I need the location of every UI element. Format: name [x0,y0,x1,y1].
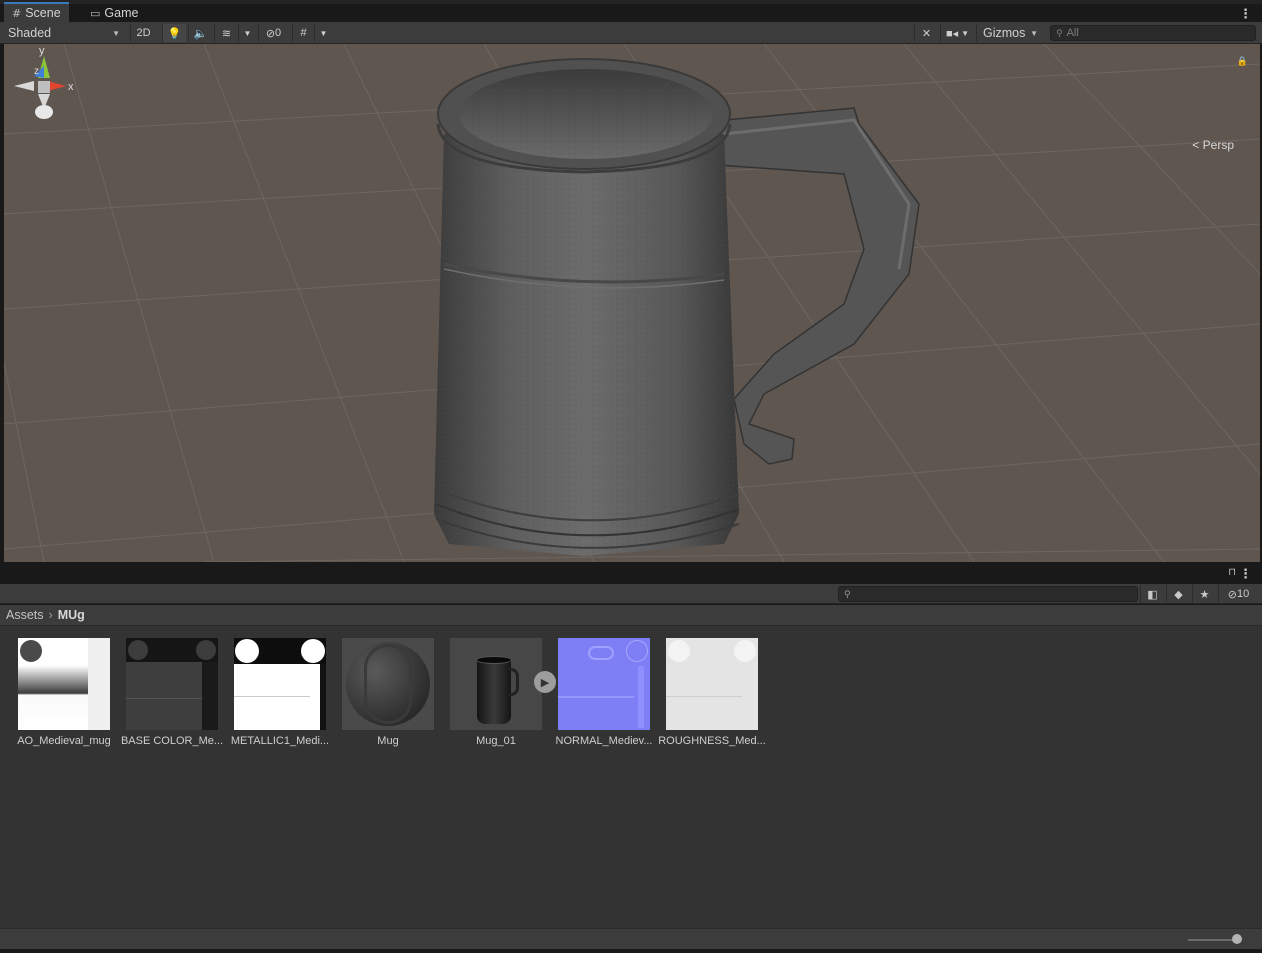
chevron-down-icon: ▼ [961,28,970,38]
asset-label: NORMAL_Mediev... [555,735,653,747]
asset-label: AO_Medieval_mug [17,735,111,747]
lighting-toggle-button[interactable]: 💡 [162,24,186,42]
hidden-packages-toggle[interactable]: ⊘ 10 [1218,585,1258,603]
asset-grid: AO_Medieval_mug BASE COLOR_Me... METALLI… [0,626,1262,928]
effects-toggle-button[interactable]: ≋ [214,24,238,42]
speaker-icon: 🔈 [193,27,208,40]
asset-item-roughness[interactable]: ROUGHNESS_Med... [658,638,766,747]
asset-item-normal[interactable]: NORMAL_Mediev... [550,638,658,747]
base-color-texture-thumbnail [126,638,218,730]
project-toolbar: ⚲ ◧ ◆ ★ ⊘ 10 [0,584,1262,604]
mug-model-thumbnail [450,638,542,730]
asset-label: Mug [377,735,399,747]
chevron-left-icon: < [1192,138,1200,152]
eye-slash-icon: ⊘ [1227,588,1237,601]
more-menu-icon[interactable]: ⋮ [1239,6,1252,22]
star-icon: ★ [1199,588,1210,601]
chevron-down-icon: ▼ [243,28,252,38]
filter-type-icon: ◧ [1147,588,1158,601]
project-status-bar [0,928,1262,949]
normal-map-thumbnail [558,638,650,730]
toggle-2d-button[interactable]: 2D [130,24,156,42]
orientation-gizmo[interactable]: y z x [4,44,84,154]
hidden-packages-count: 10 [1236,588,1250,600]
thumbnail-size-slider-track[interactable] [1188,939,1238,941]
chevron-right-icon: › [48,608,53,622]
favorites-button[interactable]: ★ [1192,585,1216,603]
asset-item-base-color[interactable]: BASE COLOR_Me... [118,638,226,747]
gizmo-y-label: y [39,45,45,57]
breadcrumb-assets[interactable]: Assets [6,608,44,622]
tab-scene[interactable]: # Scene [4,2,69,22]
layers-icon: ≋ [221,27,232,40]
lightbulb-icon: 💡 [167,27,182,40]
tab-scene-label: Scene [25,6,61,20]
tab-game[interactable]: ▭ Game [82,4,146,22]
asset-item-metallic[interactable]: METALLIC1_Medi... [226,638,334,747]
audio-toggle-button[interactable]: 🔈 [188,24,212,42]
mug-handle [703,107,920,465]
lock-icon[interactable]: ⊓ [1228,567,1236,578]
camera-settings-button[interactable]: ■◂ ▼ [940,24,974,42]
grid-toggle-button[interactable]: # [292,24,314,42]
gizmo-x-label: x [68,81,74,93]
material-sphere-thumbnail [342,638,434,730]
tab-game-label: Game [104,6,139,20]
gizmos-dropdown[interactable]: Gizmos ▼ [976,24,1044,42]
grid-dropdown[interactable]: ▼ [314,24,332,42]
more-menu-icon[interactable]: ⋮ [1239,566,1252,582]
project-window-header: ⊓ ⋮ [0,564,1262,584]
asset-label: Mug_01 [476,735,516,747]
asset-label: METALLIC1_Medi... [230,735,330,747]
search-icon: ⚲ [844,588,851,599]
projection-label: Persp [1202,138,1234,152]
metallic-texture-thumbnail [234,638,326,730]
wrench-icon: ✕ [921,27,932,40]
window-bottom-edge [0,949,1262,953]
scene-toolbar: Shaded ▼ 2D 💡 🔈 ≋ ▼ ⊘ 0 # ▼ ✕ ■◂ ▼ Gizmo… [0,22,1262,44]
grid-icon: # [300,27,307,39]
chevron-down-icon: ▼ [319,28,328,38]
scene-search-placeholder: All [1066,27,1079,39]
asset-label: BASE COLOR_Me... [120,735,224,747]
chevron-down-icon: ▼ [112,28,120,38]
search-icon: ⚲ [1056,27,1063,38]
hidden-objects-toggle[interactable]: ⊘ 0 [258,24,288,42]
asset-label: ROUGHNESS_Med... [658,735,766,747]
tag-icon: ◆ [1174,588,1183,601]
breadcrumb-current-folder[interactable]: MUg [58,608,85,622]
roughness-texture-thumbnail [666,638,758,730]
draw-mode-dropdown[interactable]: Shaded ▼ [2,24,126,42]
effects-dropdown[interactable]: ▼ [238,24,256,42]
gizmo-z-label: z [34,66,39,77]
ao-texture-thumbnail [18,638,110,730]
chevron-down-icon: ▼ [1030,28,1038,38]
toggle-2d-label: 2D [136,27,151,39]
thumbnail-size-slider-knob[interactable] [1232,934,1242,944]
scene-tab-bar: # Scene ▭ Game ⋮ [0,0,1262,22]
hidden-objects-count: 0 [275,27,282,39]
eye-slash-icon: ⊘ [265,27,276,40]
scene-viewport[interactable]: 🔒 y z x < Persp [4,44,1260,562]
projection-toggle[interactable]: < Persp [1192,138,1234,152]
asset-item-material[interactable]: Mug [334,638,442,747]
search-by-label-button[interactable]: ◆ [1166,585,1190,603]
gizmos-label: Gizmos [983,26,1026,40]
gamepad-icon: ▭ [90,6,101,20]
scene-search-input[interactable]: ⚲ All [1050,25,1256,41]
grid-icon: # [12,6,22,20]
project-search-input[interactable]: ⚲ [838,586,1138,602]
lock-icon[interactable]: 🔒 [1237,56,1248,67]
breadcrumb: Assets › MUg [0,605,1262,626]
asset-item-model[interactable]: Mug_01 [442,638,550,747]
scene-render [4,44,1260,562]
draw-mode-value: Shaded [8,26,52,40]
tools-button[interactable]: ✕ [914,24,938,42]
camera-icon: ■◂ [945,27,959,40]
search-by-type-button[interactable]: ◧ [1140,585,1164,603]
asset-item-ao[interactable]: AO_Medieval_mug [10,638,118,747]
